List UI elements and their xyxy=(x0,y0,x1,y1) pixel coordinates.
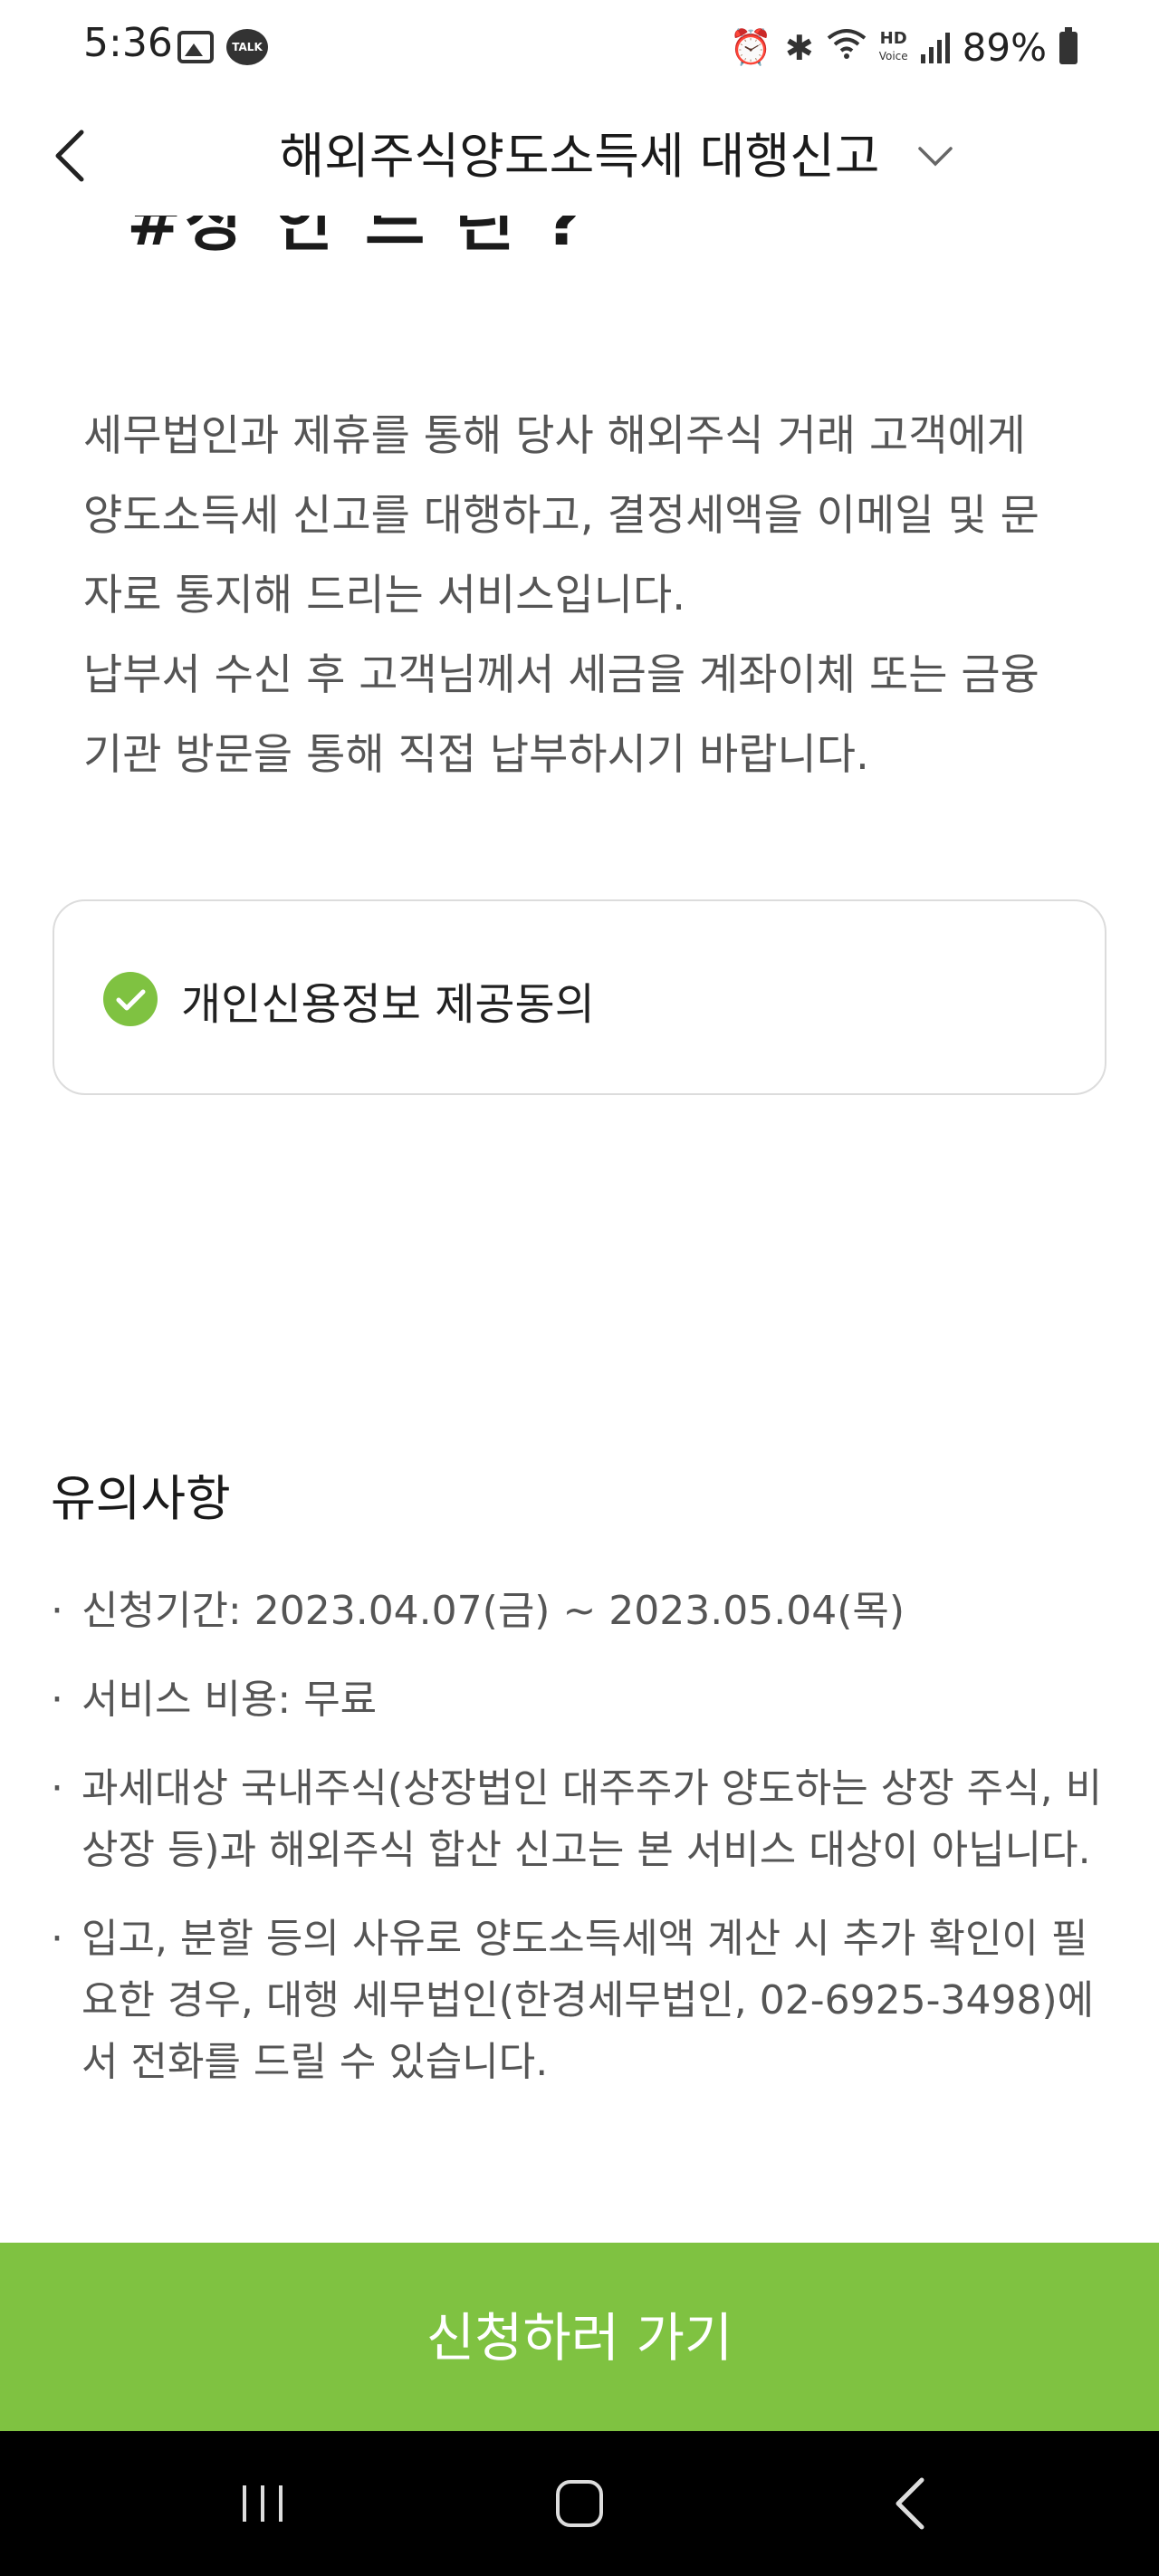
notice-text: 신청기간: 2023.04.07(금) ~ 2023.05.04(목) xyxy=(81,1588,905,1634)
notice-item: · 서비스 비용: 무료 xyxy=(51,1669,1119,1731)
bullet: · xyxy=(51,1916,63,1962)
service-description: 세무법인과 제휴를 통해 당사 해외주식 거래 고객에게 양도소득세 신고를 대… xyxy=(83,397,1079,795)
page-title-dropdown[interactable]: 해외주식양도소득세 대행신고 xyxy=(0,116,1159,187)
check-circle-icon xyxy=(103,972,158,1026)
notice-item: · 신청기간: 2023.04.07(금) ~ 2023.05.04(목) xyxy=(51,1581,1119,1642)
bullet: · xyxy=(51,1588,63,1634)
notice-text: 서비스 비용: 무료 xyxy=(81,1677,378,1723)
alarm-icon: ⏰ xyxy=(729,27,772,67)
status-time: 5:36 xyxy=(83,20,173,66)
clipped-heading: #상 안 드 린 ? xyxy=(127,216,670,252)
notice-title: 유의사항 xyxy=(51,1470,231,1527)
notice-item: · 과세대상 국내주식(상장법인 대주주가 양도하는 상장 주식, 비상장 등)과… xyxy=(51,1758,1119,1881)
description-line: 양도소득세 신고를 대행하고, 결정세액을 이메일 및 문 xyxy=(83,491,1039,541)
notice-item: · 입고, 분할 등의 사유로 양도소득세액 계산 시 추가 확인이 필요한 경우… xyxy=(51,1908,1119,2093)
page-title: 해외주식양도소득세 대행신고 xyxy=(279,128,880,185)
description-line: 기관 방문을 통해 직접 납부하시기 바랍니다. xyxy=(83,730,869,780)
credit-info-consent-checkbox[interactable]: 개인신용정보 제공동의 xyxy=(53,899,1106,1095)
wifi-icon xyxy=(827,27,867,68)
voice-label: Voice xyxy=(878,50,908,62)
bullet: · xyxy=(51,1765,63,1812)
apply-button[interactable]: 신청하러 가기 xyxy=(0,2243,1159,2431)
app-header: 해외주식양도소득세 대행신고 xyxy=(0,100,1159,217)
chevron-down-icon[interactable] xyxy=(915,136,956,178)
description-line: 납부서 수신 후 고객님께서 세금을 계좌이체 또는 금융 xyxy=(83,650,1039,700)
clipped-heading-text: #상 안 드 린 ? xyxy=(127,216,670,252)
consent-label: 개인신용정보 제공동의 xyxy=(181,979,595,1030)
back-icon[interactable] xyxy=(875,2467,947,2540)
kakaotalk-notification-icon: TALK xyxy=(226,29,268,65)
battery-percent: 89% xyxy=(962,25,1047,70)
system-navigation-bar xyxy=(0,2431,1159,2576)
notice-text: 과세대상 국내주식(상장법인 대주주가 양도하는 상장 주식, 비상장 등)과 … xyxy=(81,1765,1103,1873)
description-line: 자로 통지해 드리는 서비스입니다. xyxy=(83,571,686,620)
bullet: · xyxy=(51,1677,63,1723)
status-bar: 5:36 TALK ⏰ ✱ HD Voice 89% xyxy=(0,0,1159,100)
hd-label: HD xyxy=(879,29,907,48)
status-icons: ⏰ ✱ HD Voice 89% xyxy=(730,25,1078,70)
notice-text: 입고, 분할 등의 사유로 양도소득세액 계산 시 추가 확인이 필요한 경우,… xyxy=(81,1916,1095,2085)
description-line: 세무법인과 제휴를 통해 당사 해외주식 거래 고객에게 xyxy=(83,411,1026,461)
battery-icon xyxy=(1059,26,1078,64)
bluetooth-icon: ✱ xyxy=(784,27,814,68)
gallery-notification-icon xyxy=(177,31,214,63)
home-icon[interactable] xyxy=(543,2467,616,2540)
hd-voice-icon: HD Voice xyxy=(879,31,908,64)
signal-icon xyxy=(920,32,950,63)
notice-list: · 신청기간: 2023.04.07(금) ~ 2023.05.04(목) · 서비… xyxy=(51,1581,1119,2120)
recent-apps-icon[interactable] xyxy=(226,2467,299,2540)
